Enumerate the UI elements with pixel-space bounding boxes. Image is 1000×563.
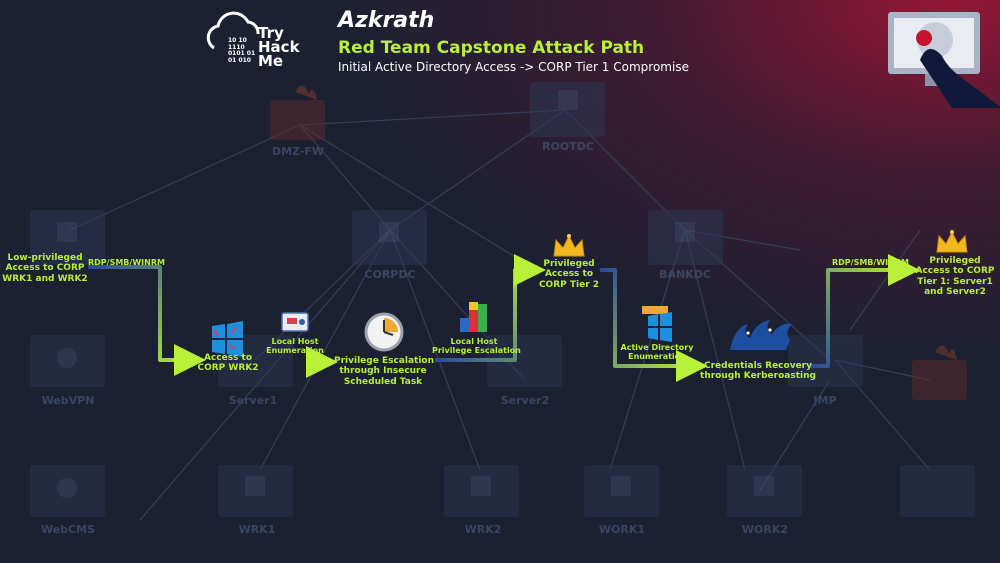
step-line: and Server2 xyxy=(924,287,986,298)
step-start: Low-privileged Access to CORP WRK1 and W… xyxy=(2,253,88,284)
attack-path xyxy=(88,11,1000,382)
step-line: WRK1 and WRK2 xyxy=(2,273,88,284)
step-privesc: Privilege Escalation through Insecure Sc… xyxy=(334,356,434,387)
edge-label-rdp-2: RDP/SMB/WINRM xyxy=(832,258,909,267)
windows-logo-icon xyxy=(212,321,243,357)
step-line: Privileged xyxy=(543,259,595,269)
logo-wordmark: Try Hack Me xyxy=(258,26,300,70)
step-line: Privilege Escalation xyxy=(432,346,521,356)
arrow-creds-to-final xyxy=(810,254,920,368)
arrow-start-to-wrk2 xyxy=(88,265,206,376)
step-line: Access to CORP xyxy=(5,263,85,274)
step-line: Local Host xyxy=(271,337,319,346)
step-line: CORP WRK2 xyxy=(197,363,259,374)
page-title: Azkrath xyxy=(338,8,435,33)
edge-label-ad-enum: Active Directory Enumeration xyxy=(620,343,694,361)
step-final: Privileged Access to CORP Tier 1: Server… xyxy=(914,256,996,297)
step-line: through Insecure xyxy=(339,366,427,377)
privilege-blocks-icon xyxy=(460,302,487,332)
step-line: Enumeration xyxy=(628,352,686,362)
windows-logo-icon xyxy=(642,306,672,342)
page-subtitle: Red Team Capstone Attack Path xyxy=(338,38,645,58)
crown-icon xyxy=(553,234,585,257)
step-line: CORP Tier 2 xyxy=(538,279,600,290)
enumeration-screen-icon xyxy=(281,312,309,332)
step-line: Access to CORP xyxy=(915,266,995,277)
crown-icon xyxy=(936,230,968,253)
step-line: Credentials Recovery xyxy=(704,361,812,371)
step-access-wrk2: Access to CORP WRK2 xyxy=(190,353,266,374)
step-line: Enumeration xyxy=(266,346,324,356)
diagram-canvas: DMZ-FW ROOTDC CORPDC BANKDC WebVPN Serve… xyxy=(0,0,1000,563)
edge-label-enum: Local Host Enumeration xyxy=(262,337,328,355)
step-line: through Kerberoasting xyxy=(700,371,816,382)
step-line: Tier 1: Server1 xyxy=(917,276,993,287)
edge-label-privesc: Local Host Privilege Escalation xyxy=(432,337,521,356)
step-line: Scheduled Task xyxy=(343,376,423,387)
step-line: Privilege Escalation xyxy=(334,356,434,366)
logo-binary-line: 01 010 xyxy=(228,56,251,64)
step-line: Access to xyxy=(544,269,594,280)
hacker-monitor-icon xyxy=(888,12,1000,108)
step-line: Active Directory xyxy=(620,343,694,352)
step-line: Access to xyxy=(203,353,253,363)
step-line: Low-privileged xyxy=(7,253,83,263)
page-caption: Initial Active Directory Access -> CORP … xyxy=(338,60,689,74)
step-line: Local Host xyxy=(450,337,498,346)
step-creds: Credentials Recovery through Kerberoasti… xyxy=(700,361,816,382)
logo-binary: 10 10 1110 0101 01 01 010 xyxy=(228,37,255,64)
edge-label-rdp-1: RDP/SMB/WINRM xyxy=(88,258,165,267)
step-priv-tier2: Privileged Access to CORP Tier 2 xyxy=(537,259,601,290)
clock-icon xyxy=(364,312,404,352)
kerberos-cerberus-icon xyxy=(730,320,792,350)
step-line: Privileged xyxy=(929,256,981,266)
logo-line: Me xyxy=(258,51,284,70)
